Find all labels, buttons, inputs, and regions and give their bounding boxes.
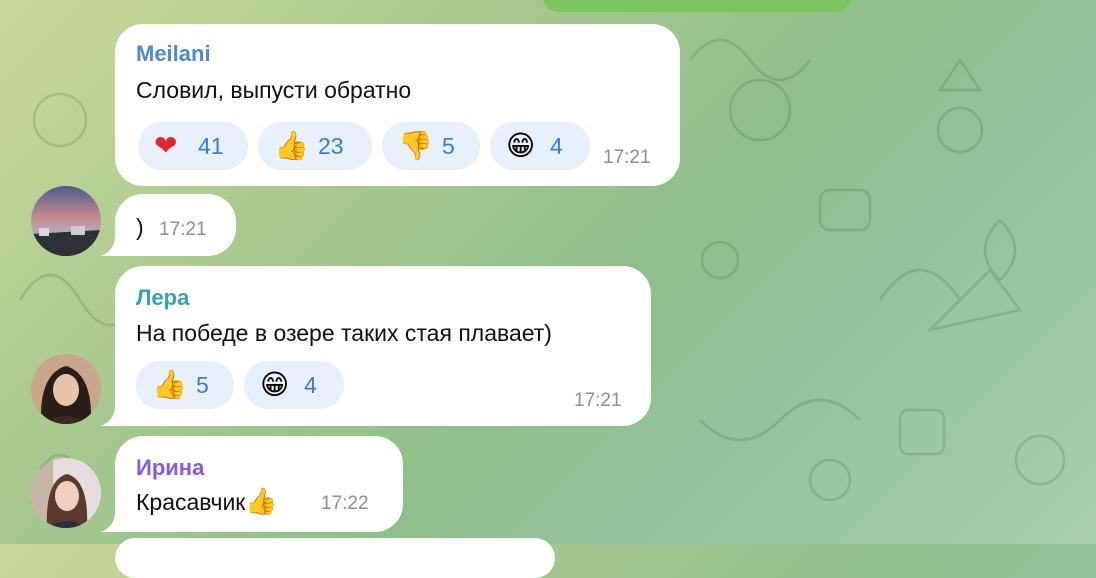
reaction-thumbs-down[interactable]: 👎 5 [382, 122, 480, 170]
message-text: На победе в озере таких стая плавает) [136, 320, 552, 346]
message-bubble[interactable]: Лера На победе в озере таких стая плавае… [115, 266, 651, 426]
message-time: 17:21 [603, 147, 651, 168]
reaction-count: 4 [304, 371, 317, 398]
thumbs-up-icon: 👍 [245, 487, 278, 517]
reaction-grinning-face[interactable]: 😁 4 [490, 122, 590, 170]
message-bubble[interactable]: Ирина Красавчик👍 17:22 [115, 436, 403, 532]
thumbs-down-icon: 👎 [398, 129, 433, 162]
sender-name[interactable]: Meilani [136, 41, 211, 67]
reaction-count: 5 [442, 132, 455, 159]
message-bubble[interactable]: Meilani Словил, выпусти обратно ❤ 41 👍 2… [115, 24, 680, 186]
thumbs-up-icon: 👍 [274, 129, 309, 162]
avatar-portrait-image [31, 354, 101, 424]
bubble-tail [101, 406, 121, 426]
reaction-count: 41 [198, 132, 224, 159]
message-text: ) [136, 214, 144, 240]
message-time: 17:22 [321, 493, 369, 514]
reaction-grinning-face[interactable]: 😁 4 [244, 361, 344, 409]
outgoing-message-bubble-partial[interactable] [542, 0, 852, 12]
avatar-sunset-image [31, 186, 101, 256]
sender-name[interactable]: Лера [136, 285, 189, 311]
message-text: Словил, выпусти обратно [136, 77, 412, 103]
message-bubble[interactable]: ) 17:21 [115, 194, 236, 256]
reaction-thumbs-up[interactable]: 👍 23 [258, 122, 372, 170]
message-time: 17:21 [159, 219, 207, 240]
message-text-content: Красавчик [136, 489, 246, 515]
avatar[interactable] [31, 354, 101, 424]
message-bubble-partial[interactable] [115, 538, 555, 578]
heart-icon: ❤ [154, 129, 178, 162]
sender-name[interactable]: Ирина [136, 455, 204, 481]
reaction-count: 5 [196, 371, 209, 398]
avatar[interactable] [31, 186, 101, 256]
reaction-count: 4 [550, 132, 563, 159]
grinning-face-icon: 😁 [506, 129, 536, 162]
message-text: Красавчик👍 [136, 487, 278, 517]
message-time: 17:21 [574, 390, 622, 411]
bubble-tail [101, 512, 121, 532]
reaction-count: 23 [318, 132, 344, 159]
grinning-face-icon: 😁 [260, 368, 290, 401]
reaction-thumbs-up[interactable]: 👍 5 [136, 361, 234, 409]
avatar-portrait-image [31, 458, 101, 528]
thumbs-up-icon: 👍 [152, 368, 187, 401]
reaction-heart[interactable]: ❤ 41 [138, 122, 248, 170]
avatar[interactable] [31, 458, 101, 528]
